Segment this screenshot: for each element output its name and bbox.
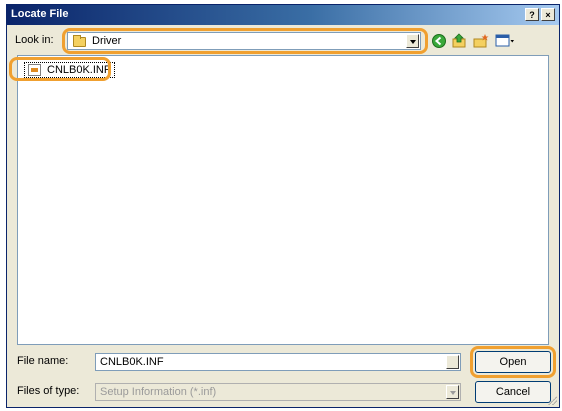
file-item-label: CNLB0K.INF <box>47 64 111 76</box>
close-button[interactable]: × <box>541 8 555 21</box>
file-type-value: Setup Information (*.inf) <box>100 386 217 398</box>
chevron-down-icon[interactable] <box>406 34 419 48</box>
open-button[interactable]: Open <box>475 351 551 373</box>
view-menu-icon[interactable] <box>495 33 515 49</box>
file-type-dropdown[interactable]: Setup Information (*.inf) <box>95 383 461 401</box>
look-in-value: Driver <box>92 35 122 47</box>
folder-icon <box>73 35 86 47</box>
file-type-label: Files of type: <box>17 385 80 397</box>
up-folder-icon[interactable] <box>451 33 467 49</box>
file-item-cnlb0k-inf[interactable]: CNLB0K.INF <box>24 62 115 78</box>
look-in-dropdown[interactable]: Driver <box>67 32 421 50</box>
title-bar[interactable]: Locate File ? × <box>7 5 559 25</box>
file-name-value: CNLB0K.INF <box>100 356 164 368</box>
file-name-field[interactable]: CNLB0K.INF <box>95 353 461 371</box>
file-name-label: File name: <box>17 355 69 367</box>
file-list[interactable]: CNLB0K.INF <box>17 55 549 345</box>
cancel-button[interactable]: Cancel <box>475 381 551 403</box>
resize-grip[interactable] <box>547 395 557 405</box>
window-title: Locate File <box>11 8 69 20</box>
look-in-label: Look in: <box>15 34 54 46</box>
locate-file-dialog: Locate File ? × Look in: Driver CNLB0K.I… <box>6 4 560 408</box>
chevron-down-icon[interactable] <box>446 355 459 369</box>
inf-file-icon <box>28 64 41 76</box>
new-folder-icon[interactable] <box>473 33 489 49</box>
help-button[interactable]: ? <box>525 8 539 21</box>
back-icon[interactable] <box>431 33 447 49</box>
chevron-down-icon[interactable] <box>446 385 459 399</box>
